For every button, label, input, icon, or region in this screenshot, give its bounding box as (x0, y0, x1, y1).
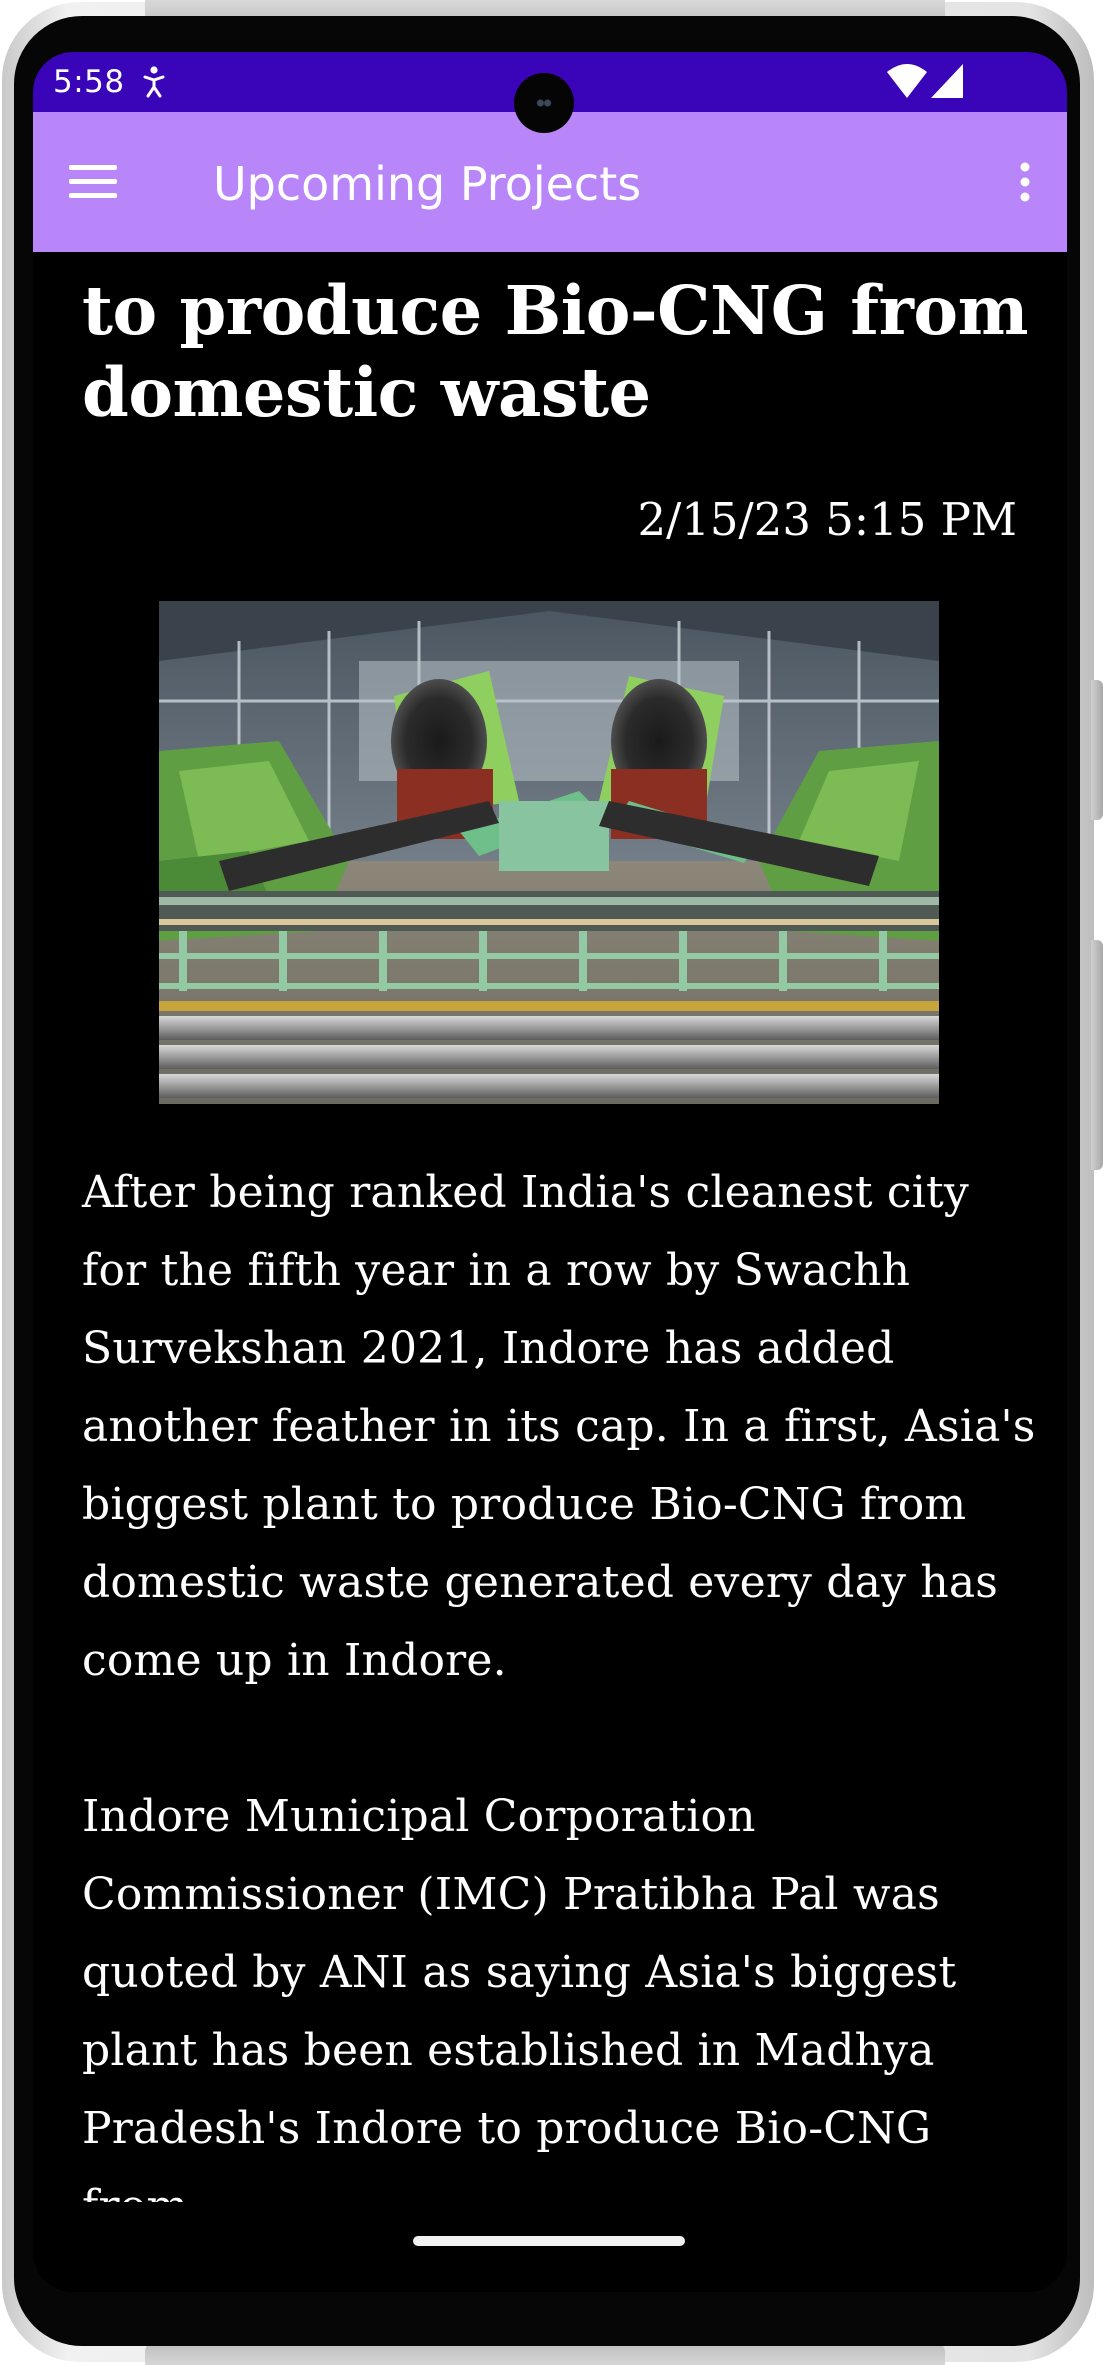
article-headline: to produce Bio-CNG from domestic waste (82, 271, 1029, 432)
plant-photo-illustration (159, 601, 939, 1104)
front-camera (514, 73, 574, 133)
status-time: 5:58 (53, 64, 125, 100)
biogas-plant-photo (159, 601, 939, 1104)
article-paragraph: Indore Municipal Corporation Commissione… (82, 1791, 957, 2202)
accessibility-person-icon (143, 66, 165, 98)
hamburger-menu-icon (69, 165, 117, 198)
top-app-bar: Upcoming Projects (33, 112, 1067, 252)
gesture-navigation-handle[interactable] (413, 2236, 685, 2246)
cell-signal-icon (931, 64, 963, 98)
page-title: Upcoming Projects (213, 157, 642, 211)
volume-button (1091, 940, 1103, 1170)
article-paragraph: After being ranked India's cleanest city… (82, 1167, 1036, 1686)
article-body: After being ranked India's cleanest city… (82, 1154, 1042, 2202)
camera-lens (532, 97, 556, 109)
article-scroll-area[interactable]: to produce Bio-CNG from domestic waste 2… (33, 252, 1067, 2202)
overflow-menu-button[interactable] (1005, 152, 1045, 212)
navigation-menu-button[interactable] (63, 152, 123, 212)
more-vertical-icon (1020, 162, 1030, 202)
power-button (1091, 680, 1103, 820)
screen: 5:58 Upcoming Projects to produce Bio-CN… (33, 52, 1067, 2292)
device-frame: 5:58 Upcoming Projects to produce Bio-CN… (0, 0, 1103, 2365)
wifi-icon (887, 64, 927, 98)
article-timestamp: 2/15/23 5:15 PM (637, 493, 1018, 546)
